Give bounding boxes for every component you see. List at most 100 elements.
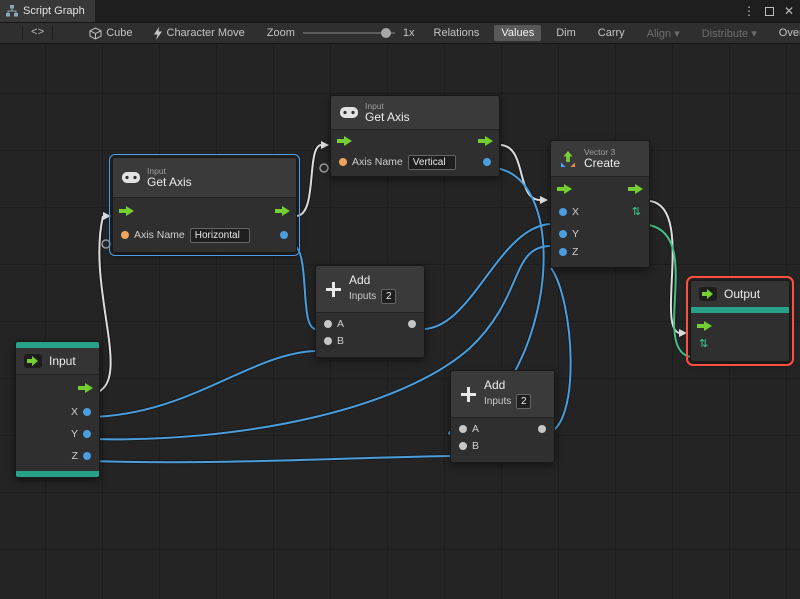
z-port[interactable] — [559, 248, 567, 256]
tab-script-graph[interactable]: Script Graph — [0, 0, 95, 22]
input-a-port[interactable] — [459, 425, 467, 433]
vector3-in-port-icon[interactable]: ⇅ — [699, 338, 708, 350]
vector3-out-port-icon[interactable]: ⇅ — [632, 206, 641, 218]
flow-out-port-icon[interactable] — [78, 383, 93, 393]
node-title: Input — [49, 353, 76, 368]
dim-button[interactable]: Dim — [549, 25, 583, 41]
flow-in-port-icon[interactable] — [557, 184, 572, 194]
script-graph-icon — [6, 5, 18, 17]
plus-icon — [461, 386, 476, 402]
row-b-label: B — [472, 440, 480, 452]
input-b-port[interactable] — [459, 442, 467, 450]
result-port[interactable] — [280, 231, 288, 239]
sum-out-port[interactable] — [408, 320, 416, 328]
tab-title: Script Graph — [23, 5, 85, 17]
gamepad-icon — [122, 172, 140, 183]
flow-out-port-icon[interactable] — [628, 184, 643, 194]
graph-asset-label: Cube — [106, 27, 133, 39]
node-header: Input — [16, 348, 99, 375]
menu-icon[interactable]: ⋮ — [743, 4, 755, 18]
wire-input-x-to-add1-b[interactable] — [89, 350, 317, 418]
graph-toolbar: <> Cube Character Move Zoom 1x Relations… — [0, 22, 800, 44]
node-title: Add — [349, 273, 371, 287]
y-out-port[interactable] — [83, 430, 91, 438]
overview-button[interactable]: Overv — [772, 25, 800, 41]
x-out-port[interactable] — [83, 408, 91, 416]
flow-out-port-icon[interactable] — [478, 136, 493, 146]
node-header: Output — [691, 281, 789, 307]
flow-arrowhead — [321, 141, 329, 149]
node-graph-input[interactable]: Input X Y Z — [15, 341, 100, 478]
vector3-icon — [561, 150, 575, 167]
distribute-button[interactable]: Distribute ▾ — [695, 25, 764, 42]
node-title: Get Axis — [365, 110, 410, 124]
sum-out-port[interactable] — [538, 425, 546, 433]
row-a-label: A — [472, 423, 480, 435]
script-breadcrumb[interactable]: Character Move — [153, 26, 245, 40]
flow-out-port-icon[interactable] — [275, 206, 290, 216]
axis-name-label: Axis Name — [134, 229, 185, 241]
node-graph-output[interactable]: Output ⇅ — [686, 276, 794, 366]
input-a-port[interactable] — [324, 320, 332, 328]
zoom-label: Zoom — [266, 27, 295, 39]
flow-in-port-icon[interactable] — [697, 321, 712, 331]
node-get-axis-horizontal[interactable]: Input Get Axis Axis Name — [109, 154, 300, 256]
graph-input-icon — [24, 354, 42, 368]
node-title: Add — [484, 378, 506, 392]
flow-in-port-icon[interactable] — [119, 206, 134, 216]
flow-arrowhead — [540, 196, 548, 204]
node-vector3-create[interactable]: Vector 3 Create X ⇅ Y Z — [550, 140, 650, 268]
result-port[interactable] — [483, 158, 491, 166]
chevron-down-icon: ▾ — [751, 27, 757, 40]
carry-button[interactable]: Carry — [591, 25, 632, 41]
wire-add1-to-create-x[interactable] — [420, 223, 552, 331]
row-y-label: Y — [572, 228, 580, 240]
flow-arrowhead — [679, 329, 687, 337]
input-b-port[interactable] — [324, 337, 332, 345]
align-button[interactable]: Align ▾ — [640, 25, 687, 42]
plus-icon — [326, 281, 341, 297]
row-x-label: X — [572, 206, 580, 218]
unconnected-port[interactable] — [101, 239, 111, 249]
axis-name-input[interactable] — [407, 154, 456, 170]
node-title: Create — [584, 156, 621, 170]
x-port[interactable] — [559, 208, 567, 216]
chevron-down-icon: ▾ — [674, 27, 680, 40]
unconnected-port[interactable] — [319, 163, 329, 173]
close-icon[interactable]: ✕ — [784, 4, 794, 18]
script-graph-window: Input Get Axis Axis Name Input Get Axis — [0, 0, 800, 599]
zoom-slider[interactable] — [302, 27, 395, 39]
flow-in-port-icon[interactable] — [337, 136, 352, 146]
node-header: Vector 3 Create — [551, 141, 649, 177]
maximize-icon[interactable] — [764, 6, 774, 16]
node-title: Get Axis — [147, 175, 192, 189]
row-z-label: Z — [71, 450, 78, 462]
script-icon — [153, 26, 162, 40]
axis-name-label: Axis Name — [352, 156, 403, 168]
y-port[interactable] — [559, 230, 567, 238]
axis-name-input[interactable] — [189, 227, 250, 243]
inputs-count-input[interactable] — [516, 394, 532, 409]
gamepad-icon — [340, 107, 358, 118]
cube-icon — [89, 26, 102, 40]
code-view-icon[interactable]: <> — [31, 27, 44, 39]
zoom-slider-handle[interactable] — [380, 28, 391, 38]
node-get-axis-vertical[interactable]: Input Get Axis Axis Name — [330, 95, 500, 177]
node-add-top[interactable]: Add Inputs A B — [315, 265, 425, 358]
values-button[interactable]: Values — [494, 25, 542, 41]
string-port[interactable] — [121, 231, 129, 239]
inputs-label: Inputs — [484, 396, 512, 407]
zoom-value: 1x — [402, 27, 415, 39]
inputs-count-input[interactable] — [381, 289, 397, 304]
string-port[interactable] — [339, 158, 347, 166]
script-label: Character Move — [166, 27, 245, 39]
node-header: Add Inputs — [451, 371, 554, 418]
relations-button[interactable]: Relations — [427, 25, 487, 41]
inputs-label: Inputs — [349, 291, 377, 302]
node-title: Output — [724, 286, 761, 301]
node-header: Input Get Axis — [113, 158, 296, 198]
graph-asset-breadcrumb[interactable]: Cube — [89, 26, 133, 40]
z-out-port[interactable] — [83, 452, 91, 460]
node-add-bottom[interactable]: Add Inputs A B — [450, 370, 555, 463]
row-x-label: X — [70, 406, 78, 418]
